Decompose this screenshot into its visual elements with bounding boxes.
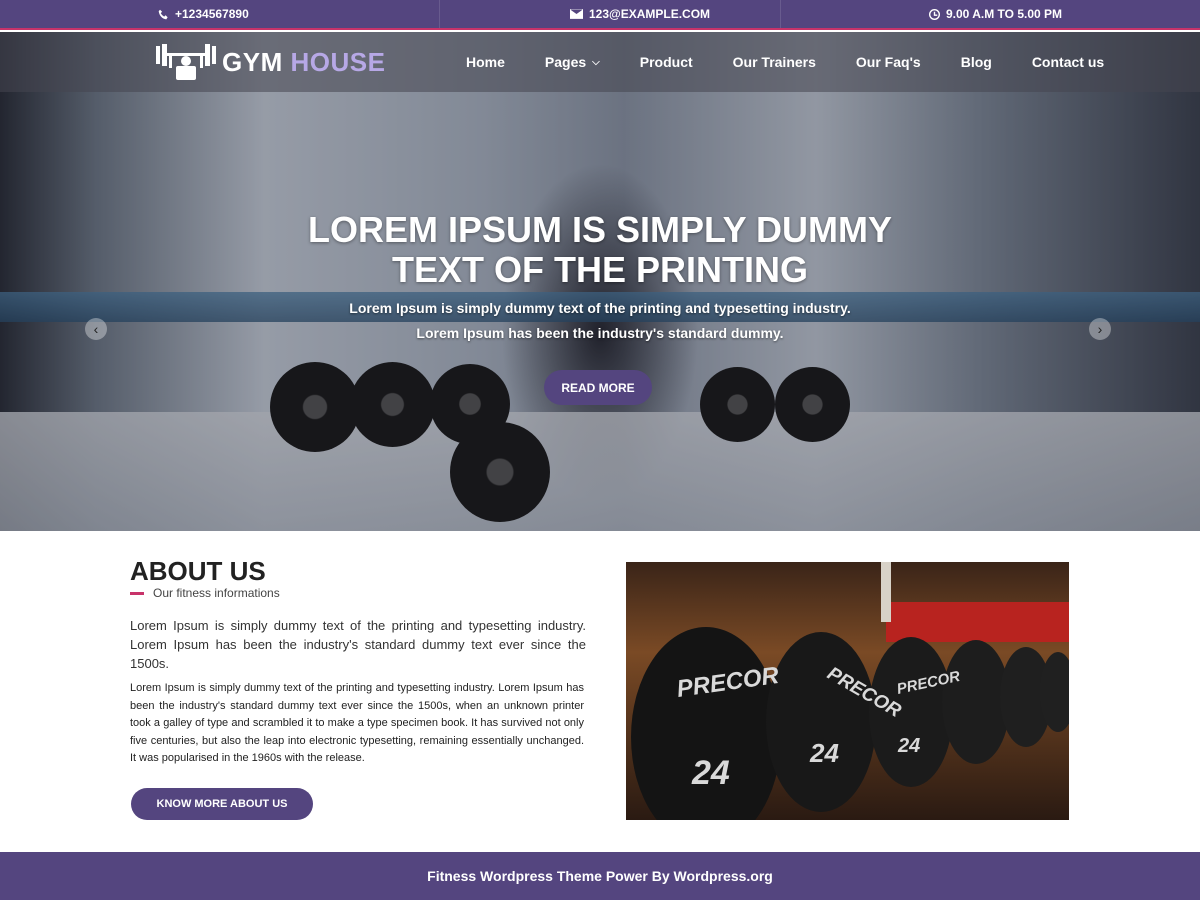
plate-weight-label: 24 — [691, 754, 730, 792]
nav-pages[interactable]: Pages ⌵ — [545, 54, 600, 70]
plate-weight-label: 24 — [897, 735, 920, 757]
nav-home[interactable]: Home — [466, 54, 505, 70]
footer-credit[interactable]: Fitness Wordpress Theme Power By Wordpre… — [427, 868, 773, 884]
nav-our-trainers[interactable]: Our Trainers — [733, 54, 816, 70]
weightlifter-icon — [156, 44, 216, 80]
hero-title-line1: LOREM IPSUM IS SIMPLY DUMMY — [307, 209, 893, 250]
logo-word-gym: GYM — [222, 46, 283, 77]
logo-text: GYM HOUSE — [222, 47, 385, 78]
logo-word-house: HOUSE — [290, 46, 386, 77]
site-logo[interactable]: GYM HOUSE — [156, 44, 385, 80]
clock-icon — [928, 8, 940, 20]
email-address[interactable]: 123@EXAMPLE.COM — [589, 7, 710, 21]
about-subtitle-text: Our fitness informations — [153, 586, 280, 600]
hero-title-line2: TEXT OF THE PRINTING — [391, 249, 808, 290]
slider-next-button[interactable]: › — [1089, 318, 1111, 340]
dumbbell-rack-illustration: PRECOR 24 PRECOR 24 PRECOR 24 — [631, 627, 1069, 820]
top-contact-bar: +1234567890 123@EXAMPLE.COM 9.00 A.M TO … — [0, 0, 1200, 30]
hours-info: 9.00 A.M TO 5.00 PM — [781, 0, 1200, 28]
know-more-button[interactable]: KNOW MORE ABOUT US — [131, 788, 313, 820]
about-title: ABOUT US — [130, 556, 266, 586]
nav-pages-label: Pages — [544, 54, 587, 70]
main-nav: Home Pages ⌵ Product Our Trainers Our Faq… — [466, 32, 1104, 92]
main-header: GYM HOUSE Home Pages ⌵ Product Our Traine… — [0, 32, 1200, 92]
chevron-down-icon: ⌵ — [592, 56, 600, 68]
nav-contact-us[interactable]: Contact us — [1032, 54, 1104, 70]
about-body-text: Lorem Ipsum is simply dummy text of the … — [130, 682, 584, 764]
nav-product[interactable]: Product — [640, 54, 693, 70]
phone-icon — [158, 9, 168, 19]
nav-blog[interactable]: Blog — [961, 54, 992, 70]
phone-number[interactable]: +1234567890 — [175, 7, 249, 21]
envelope-icon — [569, 9, 583, 19]
email-info: 123@EXAMPLE.COM — [440, 0, 782, 28]
hero-subtitle: Lorem Ipsum is simply dummy text of the … — [300, 296, 900, 346]
slider-prev-button[interactable]: ‹ — [85, 318, 107, 340]
nav-our-faqs[interactable]: Our Faq's — [856, 54, 921, 70]
phone-info: +1234567890 — [0, 0, 440, 28]
chevron-right-icon: › — [1097, 321, 1103, 337]
hero-subtitle-line2: Lorem Ipsum has been the industry's stan… — [416, 325, 784, 341]
opening-hours: 9.00 A.M TO 5.00 PM — [945, 7, 1063, 21]
about-lead-text: Lorem Ipsum is simply dummy text of the … — [130, 618, 586, 671]
plate-weight-label: 24 — [809, 738, 839, 768]
hero-subtitle-line1: Lorem Ipsum is simply dummy text of the … — [349, 300, 851, 316]
about-subtitle: Our fitness informations — [130, 586, 280, 600]
dumbbell-rack-photo: PRECOR 24 PRECOR 24 PRECOR 24 — [626, 562, 1069, 820]
read-more-button[interactable]: READ MORE — [544, 370, 652, 405]
hero-title: LOREM IPSUM IS SIMPLY DUMMY TEXT OF THE … — [250, 210, 950, 290]
site-footer: Fitness Wordpress Theme Power By Wordpre… — [0, 852, 1200, 900]
accent-bar — [130, 591, 144, 595]
chevron-left-icon: ‹ — [93, 321, 99, 337]
